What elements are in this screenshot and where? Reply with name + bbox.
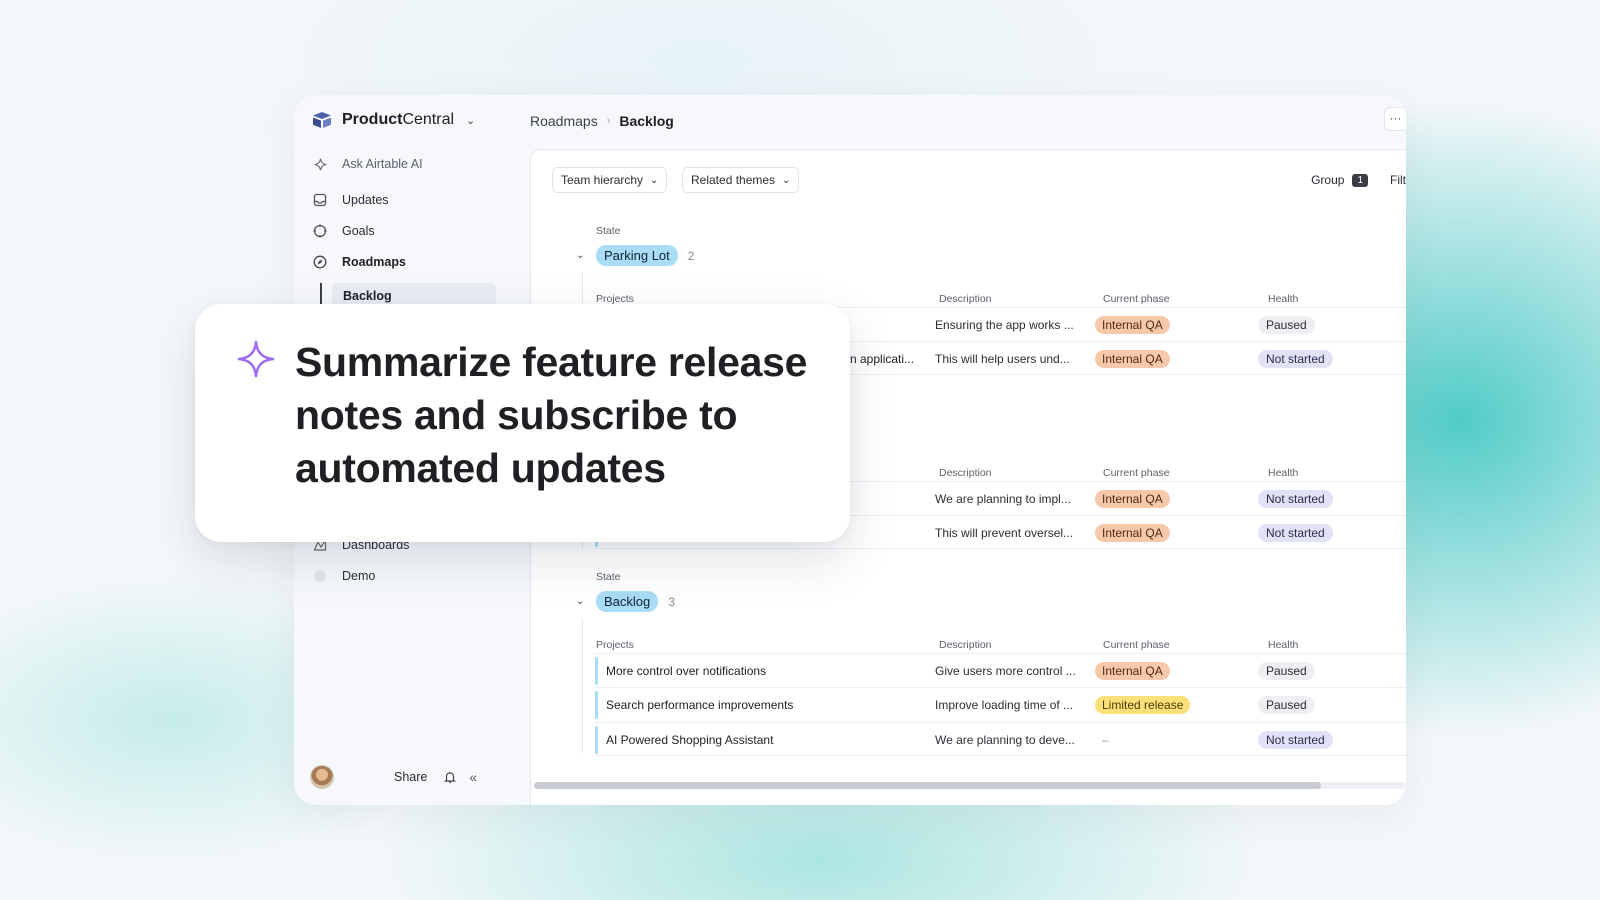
col-head-phase: Current phase <box>1103 467 1170 479</box>
chevron-down-icon: ⌄ <box>576 596 585 607</box>
health-badge: Not started <box>1258 350 1333 368</box>
health-badge: Not started <box>1258 490 1333 508</box>
project-name: AI Powered Shopping Assistant <box>606 733 774 747</box>
description-cell: We are planning to deve... <box>935 733 1075 747</box>
base-name: ProductCentral <box>342 111 455 128</box>
group-header-backlog[interactable]: ⌄ Backlog 3 <box>576 591 675 612</box>
ask-ai-label: Ask Airtable AI <box>342 157 423 171</box>
col-head-phase: Current phase <box>1103 293 1170 305</box>
description-cell: This will prevent oversel... <box>935 526 1074 540</box>
phase-badge: Internal QA <box>1095 350 1170 368</box>
col-head-description: Description <box>939 639 992 651</box>
description-cell: We are planning to impl... <box>935 492 1071 506</box>
table-row[interactable]: AI Powered Shopping Assistant We are pla… <box>595 722 1406 756</box>
tree-indicator <box>320 283 322 305</box>
group-count-badge: 1 <box>1352 173 1368 187</box>
ask-ai-button[interactable]: Ask Airtable AI <box>312 156 423 172</box>
health-badge: Paused <box>1258 696 1315 714</box>
team-hierarchy-button[interactable]: Team hierarchy ⌄ <box>552 167 668 193</box>
chevron-down-icon: ⌄ <box>576 250 585 261</box>
group-count: 3 <box>668 594 675 609</box>
health-badge: Paused <box>1258 662 1315 680</box>
sidebar-item-demo[interactable]: Demo <box>312 568 375 584</box>
feature-callout-card: Summarize feature release notes and subs… <box>195 304 850 542</box>
sidebar-item-label: Roadmaps <box>342 255 406 269</box>
health-badge: Paused <box>1258 316 1315 334</box>
sidebar-item-roadmaps[interactable]: Roadmaps <box>312 254 406 270</box>
filter-label: Related themes <box>691 173 776 187</box>
chevron-down-icon: ⌄ <box>466 114 476 127</box>
phase-empty: – <box>1102 733 1109 747</box>
row-color-bar <box>595 691 598 719</box>
project-name: n applicati... <box>850 352 915 366</box>
sidebar-item-updates[interactable]: Updates <box>312 192 389 208</box>
horizontal-scrollbar[interactable] <box>534 782 1406 789</box>
sidebar-footer: Share « <box>310 765 510 789</box>
group-guide-line <box>582 618 583 753</box>
scrollbar-thumb[interactable] <box>534 782 1321 789</box>
chevron-down-icon: ⌄ <box>650 174 659 186</box>
chevron-right-icon: › <box>606 115 611 127</box>
table-row[interactable]: More control over notifications Give use… <box>595 653 1406 687</box>
state-label: State <box>596 225 621 237</box>
airtable-logo-icon <box>313 112 331 128</box>
state-pill: Backlog <box>596 591 659 612</box>
breadcrumb-current: Backlog <box>619 113 674 129</box>
col-head-health: Health <box>1268 467 1299 479</box>
sidebar-item-goals[interactable]: Goals <box>312 223 375 239</box>
ai-sparkle-icon <box>237 340 275 378</box>
health-badge: Not started <box>1258 524 1333 542</box>
inbox-icon <box>312 192 328 208</box>
more-options-button[interactable]: ··· <box>1384 107 1406 131</box>
col-head-phase: Current phase <box>1103 639 1170 651</box>
share-button[interactable]: Share <box>394 770 427 784</box>
sidebar-item-label: Goals <box>342 224 375 238</box>
group-count: 2 <box>687 248 695 263</box>
health-badge: Not started <box>1258 731 1333 749</box>
base-switcher[interactable]: ProductCentral ⌄ <box>312 111 475 129</box>
breadcrumb: Roadmaps › Backlog <box>530 113 674 129</box>
table-row[interactable]: Search performance improvements Improve … <box>595 687 1406 721</box>
row-color-bar <box>595 726 598 754</box>
phase-badge: Internal QA <box>1095 662 1170 680</box>
filter-label: Team hierarchy <box>561 173 644 187</box>
col-head-description: Description <box>939 293 992 305</box>
phase-badge: Internal QA <box>1095 316 1170 334</box>
compass-icon <box>312 254 328 270</box>
description-cell: Ensuring the app works ... <box>935 318 1074 332</box>
callout-headline: Summarize feature release notes and subs… <box>295 339 808 491</box>
chevron-down-icon: ⌄ <box>782 174 791 186</box>
phase-badge: Internal QA <box>1095 490 1170 508</box>
row-color-bar <box>595 657 598 685</box>
sparkle-icon <box>312 156 328 172</box>
avatar[interactable] <box>310 765 334 789</box>
blank-circle-icon <box>312 568 328 584</box>
group-button[interactable]: Group 1 <box>1311 173 1368 187</box>
state-label: State <box>596 571 621 583</box>
breadcrumb-parent[interactable]: Roadmaps <box>530 113 598 129</box>
project-name: More control over notifications <box>606 664 767 678</box>
col-head-health: Health <box>1268 639 1299 651</box>
sidebar-item-label: Updates <box>342 193 389 207</box>
description-cell: This will help users und... <box>935 352 1070 366</box>
group-label: Group <box>1311 173 1345 187</box>
col-head-description: Description <box>939 467 992 479</box>
description-cell: Give users more control ... <box>935 664 1076 678</box>
related-themes-button[interactable]: Related themes ⌄ <box>682 167 800 193</box>
bell-icon[interactable] <box>443 770 457 784</box>
project-name: Search performance improvements <box>606 698 794 712</box>
group-header-parking-lot[interactable]: ⌄ Parking Lot 2 <box>576 245 694 266</box>
sidebar-item-label: Demo <box>342 569 376 583</box>
phase-badge: Internal QA <box>1095 524 1170 542</box>
col-head-projects: Projects <box>596 639 634 651</box>
collapse-sidebar-icon[interactable]: « <box>469 769 477 785</box>
target-icon <box>312 223 328 239</box>
filter-button[interactable]: Filt <box>1390 173 1406 187</box>
state-pill: Parking Lot <box>596 245 678 266</box>
phase-badge: Limited release <box>1095 696 1191 714</box>
description-cell: Improve loading time of ... <box>935 698 1074 712</box>
col-head-health: Health <box>1268 293 1299 305</box>
